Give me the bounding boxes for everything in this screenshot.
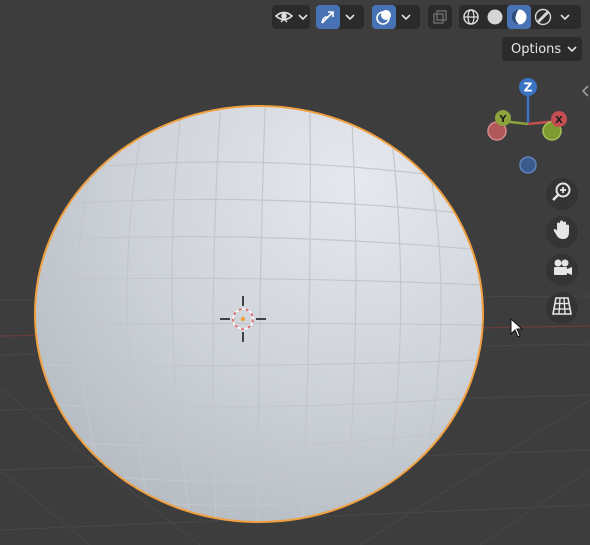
gizmo-arrow-icon[interactable] [316,5,340,29]
mouse-pointer-icon [510,317,524,342]
y-axis-label: Y [498,114,507,125]
chevron-down-icon[interactable] [340,5,360,29]
chevron-down-icon [567,42,577,60]
camera-icon [551,257,573,283]
chevron-down-icon[interactable] [396,5,416,29]
options-label: Options [511,41,562,57]
grid-ortho-icon [551,295,573,321]
eye-icon [272,5,296,29]
options-dropdown[interactable]: Options [502,37,582,61]
sphere-object[interactable] [34,105,484,523]
camera-view-button[interactable] [546,254,578,286]
axis-gizmo[interactable]: Z Y X [487,78,567,174]
pan-button[interactable] [546,216,578,248]
zoom-button[interactable] [546,178,578,210]
x-axis-label: X [555,115,563,126]
z-axis-label: Z [524,81,533,95]
zoom-icon [551,181,573,207]
visibility-dropdown[interactable] [272,5,310,29]
z-negative-handle[interactable] [519,156,537,174]
chevron-down-icon [296,5,310,29]
overlays-icon[interactable] [372,5,396,29]
hand-pan-icon [551,219,573,245]
sidebar-toggle-arrow-icon[interactable] [580,82,590,100]
3d-viewport[interactable]: Z Y X [0,0,590,545]
perspective-toggle-button[interactable] [546,292,578,324]
overlays-dropdown[interactable] [372,5,420,29]
material-preview-icon[interactable] [507,5,531,29]
chevron-down-icon[interactable] [555,5,575,29]
solid-shading-icon[interactable] [483,5,507,29]
wireframe-icon[interactable] [459,5,483,29]
rendered-shading-icon[interactable] [531,5,555,29]
xray-icon [428,5,452,29]
gizmo-dropdown[interactable] [316,5,364,29]
xray-toggle[interactable] [428,5,452,29]
shading-modes [459,5,581,29]
